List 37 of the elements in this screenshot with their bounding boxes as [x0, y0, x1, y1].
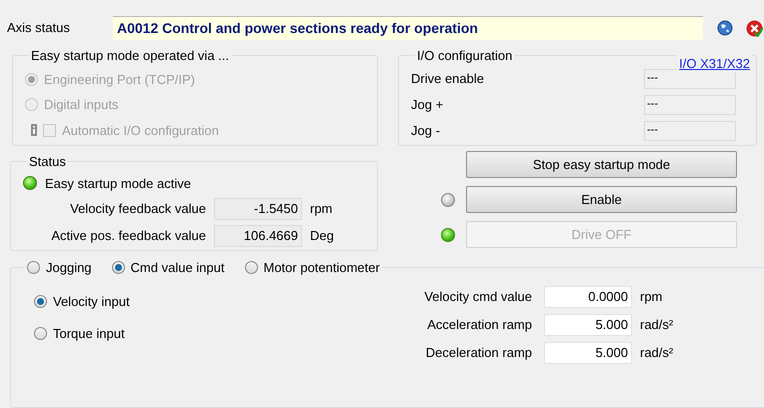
field-label: Velocity cmd value	[423, 288, 533, 306]
field-unit: rad/s²	[640, 316, 674, 334]
reading-label: Active pos. feedback value	[50, 227, 207, 246]
globe-icon[interactable]	[717, 20, 733, 36]
io-value-field: ---	[644, 94, 736, 114]
field-label: Acceleration ramp	[426, 316, 533, 334]
radio-option[interactable]: Motor potentiometer	[244, 258, 380, 278]
input-field[interactable]: 5.000	[544, 342, 632, 364]
radio-option[interactable]: Velocity input	[34, 292, 130, 311]
radio-option[interactable]: Cmd value input	[112, 258, 224, 278]
radio-option[interactable]: Jogging	[27, 258, 92, 278]
reading-unit: rpm	[310, 200, 332, 218]
io-row-label: Drive enable	[411, 70, 484, 88]
axis-status-label: Axis status	[7, 19, 71, 38]
close-icon[interactable]	[746, 20, 763, 36]
action-button[interactable]: Stop easy startup mode	[466, 151, 737, 178]
indicator-label: Easy startup mode active	[45, 174, 191, 193]
input-field[interactable]: 5.000	[544, 314, 632, 336]
reading-unit: Deg	[310, 227, 334, 246]
group-title: Status	[29, 153, 66, 171]
io-value-field: ---	[644, 120, 736, 140]
reading-field: -1.5450	[214, 198, 302, 220]
info-icon	[31, 124, 37, 136]
field-unit: rad/s²	[640, 344, 674, 362]
radio-option[interactable]: Torque input	[34, 324, 125, 344]
action-button[interactable]: Enable	[466, 186, 737, 213]
input-field[interactable]: 0.0000	[544, 286, 632, 308]
io-link[interactable]: I/O X31/X32	[677, 54, 752, 73]
field-unit: rpm	[640, 288, 662, 306]
reading-label: Velocity feedback value	[69, 200, 207, 218]
io-row-label: Jog +	[411, 96, 444, 114]
group-title: I/O configuration	[417, 47, 512, 65]
group-title: Easy startup mode operated via ...	[31, 47, 229, 65]
axis-status-field: A0012 Control and power sections ready for operation	[113, 16, 703, 40]
io-row-label: Jog -	[411, 122, 440, 140]
reading-field: 106.4669	[214, 225, 302, 247]
field-label: Deceleration ramp	[424, 344, 533, 362]
